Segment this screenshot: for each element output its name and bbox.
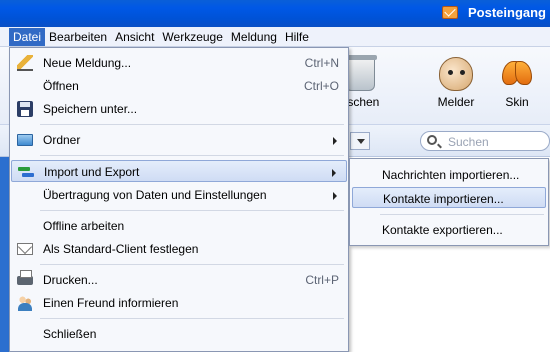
submenu-separator [380,214,544,215]
skin-button-label: Skin [505,95,529,109]
submenu-arrow-icon [333,192,337,200]
menu-item-new-message[interactable]: Neue Meldung... Ctrl+N [11,52,347,74]
submenu-arrow-icon [333,137,337,145]
menu-item-label: Drucken... [43,273,98,287]
menu-item-import-export[interactable]: Import und Export [11,160,347,182]
menu-bar: Datei Bearbeiten Ansicht Werkzeuge Meldu… [0,27,550,47]
friends-icon [17,295,33,311]
view-dropdown-button[interactable] [350,132,370,150]
menu-separator [40,155,344,156]
submenu-item-label: Kontakte importieren... [383,192,504,206]
search-box[interactable]: Suchen [420,131,550,151]
menu-bearbeiten[interactable]: Bearbeiten [45,28,111,46]
search-placeholder: Suchen [448,135,489,149]
menu-separator [40,264,344,265]
butterfly-icon [500,57,534,91]
menu-item-shortcut: Ctrl+N [304,56,339,70]
menu-hilfe[interactable]: Hilfe [281,28,313,46]
menu-item-label: Import und Export [44,165,140,179]
menu-item-open[interactable]: Öffnen Ctrl+O [11,75,347,97]
menu-item-label: Offline arbeiten [43,219,125,233]
menu-item-label: Neue Meldung... [43,56,132,70]
menu-item-shortcut: Ctrl+O [303,79,339,93]
melder-button[interactable]: Melder [426,57,486,109]
menu-item-label: Einen Freund informieren [43,296,179,310]
submenu-item-export-contacts[interactable]: Kontakte exportieren... [352,219,546,240]
printer-icon [17,270,33,285]
menu-item-label: Übertragung von Daten und Einstellungen [43,188,267,202]
menu-item-offline[interactable]: Offline arbeiten [11,215,347,237]
menu-item-print[interactable]: Drucken... Ctrl+P [11,269,347,291]
menu-item-save-as[interactable]: Speichern unter... [11,98,347,120]
pencil-icon [17,55,33,71]
folder-icon [17,134,33,146]
trash-can-icon [343,55,377,91]
menu-item-folder[interactable]: Ordner [11,129,347,151]
menu-ansicht[interactable]: Ansicht [111,28,158,46]
floppy-disk-icon [17,101,33,117]
search-icon [427,135,437,145]
menu-separator [40,124,344,125]
file-menu: Neue Meldung... Ctrl+N Öffnen Ctrl+O Spe… [9,47,349,352]
window-title: Posteingang [467,5,546,20]
menu-item-shortcut: Ctrl+P [305,273,339,287]
dog-icon [439,57,473,91]
menu-item-default-client[interactable]: Als Standard-Client festlegen [11,238,347,260]
menu-item-close[interactable]: Schließen [11,323,347,345]
menu-item-transfer[interactable]: Übertragung von Daten und Einstellungen [11,184,347,206]
menu-item-label: Als Standard-Client festlegen [43,242,199,256]
menu-werkzeuge[interactable]: Werkzeuge [158,28,226,46]
menu-datei[interactable]: Datei [9,27,46,46]
melder-button-label: Melder [437,95,475,109]
import-export-arrows-icon [18,164,34,180]
mail-envelope-icon [442,6,458,19]
submenu-item-label: Nachrichten importieren... [382,168,520,182]
submenu-arrow-icon [332,169,336,177]
menu-meldung[interactable]: Meldung [227,28,281,46]
menu-item-label: Ordner [43,133,81,147]
submenu-item-import-messages[interactable]: Nachrichten importieren... [352,164,546,185]
menu-item-inform-friend[interactable]: Einen Freund informieren [11,292,347,314]
submenu-item-label: Kontakte exportieren... [382,223,503,237]
title-bar: Posteingang [0,0,550,27]
menu-item-label: Schließen [43,327,97,341]
menu-separator [40,318,344,319]
skin-button[interactable]: Skin [487,57,547,109]
menu-item-label: Speichern unter... [43,102,138,116]
envelope-icon [17,243,33,255]
submenu-item-import-contacts[interactable]: Kontakte importieren... [352,187,546,208]
menu-separator [40,210,344,211]
menu-item-label: Öffnen [43,79,79,93]
import-export-submenu: Nachrichten importieren... Kontakte impo… [349,158,549,246]
